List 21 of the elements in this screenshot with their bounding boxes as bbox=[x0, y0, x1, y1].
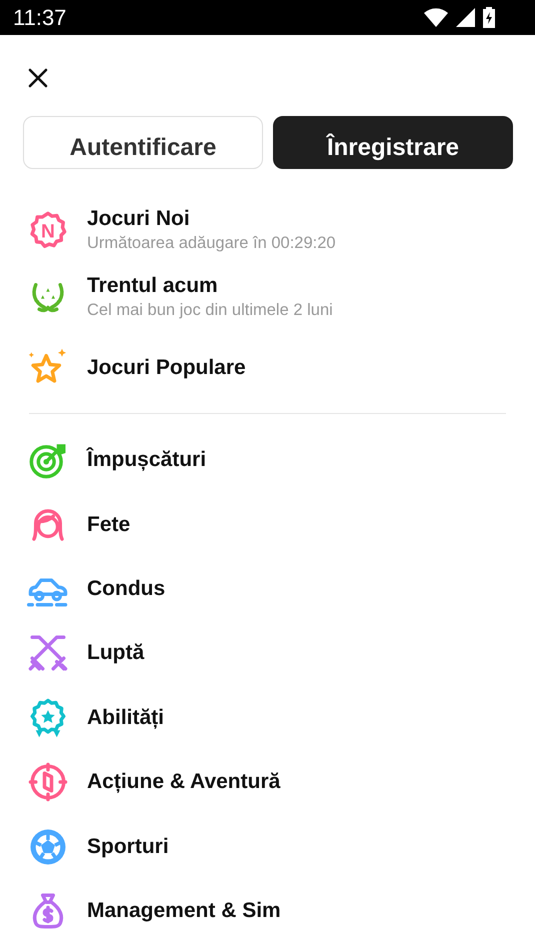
category-item[interactable]: Condus bbox=[87, 576, 166, 601]
menu-item[interactable]: Jocuri Noi bbox=[87, 206, 336, 230]
category-item[interactable]: Management & Sim bbox=[87, 898, 281, 923]
category-item[interactable]: Fete bbox=[87, 512, 130, 537]
menu-item-subtitle: Cel mai bun joc din ultimele 2 luni bbox=[87, 300, 333, 320]
category-item[interactable]: Luptă bbox=[87, 641, 144, 666]
category-item[interactable]: Abilități bbox=[87, 706, 164, 730]
category-item[interactable]: Acțiune & Aventură bbox=[87, 770, 280, 794]
menu-item[interactable]: Trentul acum bbox=[87, 274, 333, 298]
wifi-icon bbox=[424, 8, 448, 27]
login-button[interactable]: Autentificare bbox=[23, 116, 263, 169]
clock: 11:37 bbox=[13, 4, 66, 30]
menu-item[interactable]: Jocuri Populare bbox=[87, 356, 246, 380]
signal-icon bbox=[456, 8, 475, 27]
register-button[interactable]: Înregistrare bbox=[273, 116, 513, 169]
battery-icon bbox=[483, 7, 495, 28]
menu-item-subtitle: Următoarea adăugare în 00:29:20 bbox=[87, 234, 336, 252]
category-item[interactable]: Împușcături bbox=[87, 448, 206, 472]
category-item[interactable]: Sporturi bbox=[87, 834, 169, 859]
close-icon[interactable] bbox=[26, 66, 50, 90]
compass-icon bbox=[27, 761, 69, 804]
